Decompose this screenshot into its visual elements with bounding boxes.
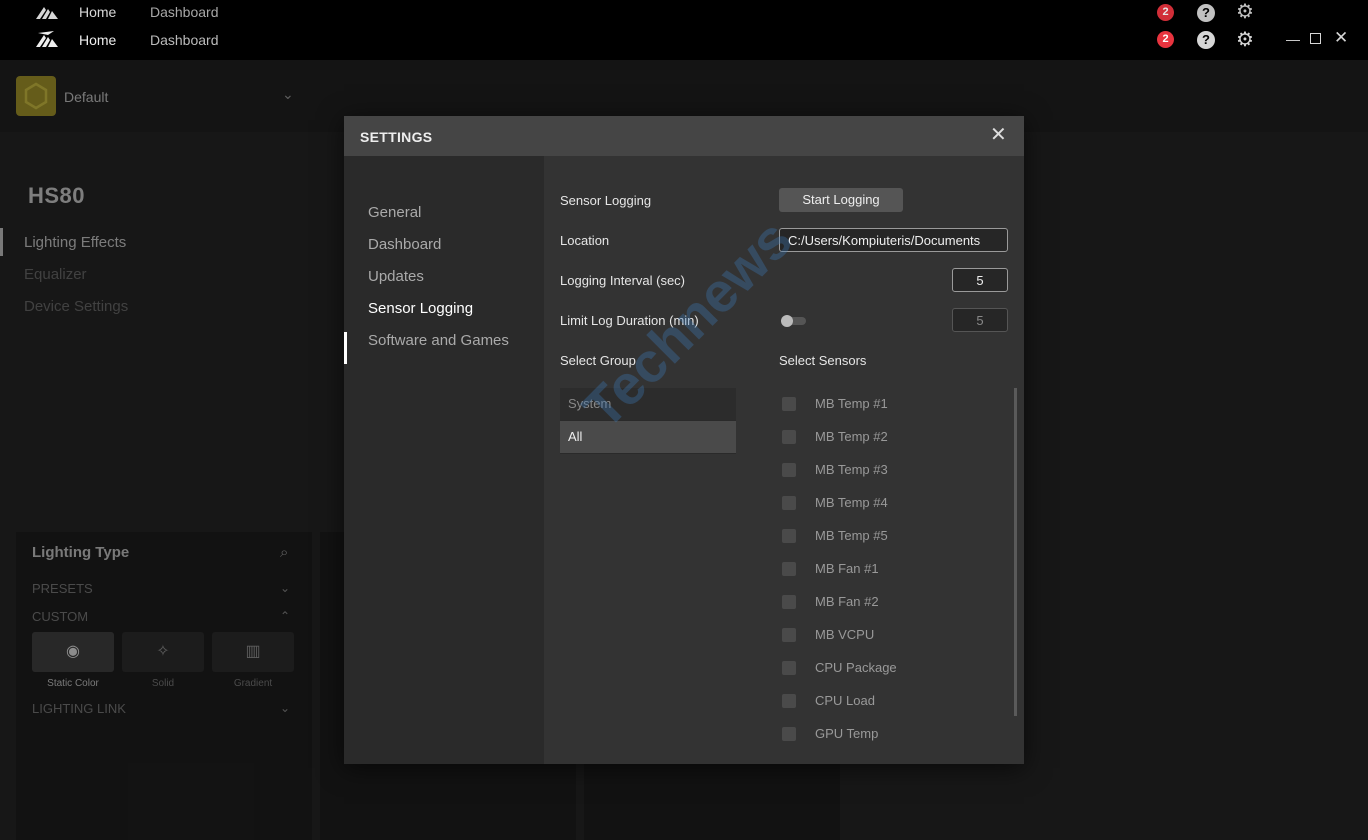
checkbox[interactable] — [782, 397, 796, 411]
close-window-icon[interactable]: ✕ — [1334, 29, 1348, 46]
sensor-label: CPU Load — [815, 693, 875, 708]
help-icon[interactable]: ? — [1197, 31, 1215, 49]
ghost-nav-home: Home — [79, 4, 117, 20]
select-sensors-label: Select Sensors — [779, 353, 867, 368]
sensor-logging-label: Sensor Logging — [560, 193, 652, 208]
checkbox[interactable] — [782, 694, 796, 708]
logging-interval-label: Logging Interval (sec) — [560, 273, 686, 288]
checkbox[interactable] — [782, 562, 796, 576]
sensor-label: CPU Package — [815, 660, 897, 675]
sensor-label: MB Temp #1 — [815, 396, 888, 411]
sensor-label: MB Temp #2 — [815, 429, 888, 444]
nav-dashboard[interactable]: Dashboard — [150, 32, 219, 48]
group-item-all[interactable]: All — [560, 421, 736, 453]
ghost-title-row: Home Dashboard 2 ? ⚙ — [0, 0, 1368, 22]
sensors-scrollbar[interactable] — [1014, 388, 1017, 716]
select-group-label: Select Group — [560, 353, 636, 368]
sensor-label: MB Temp #5 — [815, 528, 888, 543]
sensor-label: MB Temp #4 — [815, 495, 888, 510]
dialog-title: SETTINGS — [360, 129, 433, 145]
start-logging-button[interactable]: Start Logging — [779, 188, 903, 212]
location-field[interactable] — [779, 228, 1008, 252]
settings-sidebar: General Dashboard Updates Sensor Logging… — [344, 156, 544, 764]
minimize-icon[interactable]: — — [1286, 32, 1300, 46]
checkbox[interactable] — [782, 463, 796, 477]
dialog-header: SETTINGS ✕ — [344, 116, 1024, 156]
sidebar-item-general[interactable]: General — [368, 204, 421, 221]
location-label: Location — [560, 233, 610, 248]
checkbox[interactable] — [782, 595, 796, 609]
logging-interval-field[interactable] — [952, 268, 1008, 292]
sensor-label: MB Fan #1 — [815, 561, 879, 576]
sidebar-item-updates[interactable]: Updates — [368, 268, 424, 285]
toggle-knob — [781, 315, 793, 327]
nav-home[interactable]: Home — [79, 32, 116, 48]
sensor-label: MB Fan #2 — [815, 594, 879, 609]
sidebar-item-dashboard[interactable]: Dashboard — [368, 236, 441, 253]
ghost-gear-icon: ⚙ — [1236, 1, 1254, 23]
sidebar-item-software-and-games[interactable]: Software and Games — [368, 332, 509, 349]
maximize-icon[interactable] — [1310, 33, 1321, 44]
sensor-label: GPU Temp — [815, 726, 879, 741]
sensor-label: MB VCPU — [815, 627, 875, 642]
group-list: System All — [560, 388, 736, 454]
checkbox[interactable] — [782, 496, 796, 510]
sidebar-item-sensor-logging[interactable]: Sensor Logging — [368, 300, 473, 317]
limit-log-duration-label: Limit Log Duration (min) — [560, 313, 699, 328]
close-icon[interactable]: ✕ — [990, 125, 1007, 145]
checkbox[interactable] — [782, 628, 796, 642]
settings-gear-icon[interactable]: ⚙ — [1236, 30, 1254, 50]
ghost-nav-dashboard: Dashboard — [150, 4, 219, 20]
checkbox[interactable] — [782, 661, 796, 675]
checkbox[interactable] — [782, 727, 796, 741]
ghost-badge: 2 — [1157, 4, 1174, 21]
sensor-label: MB Temp #3 — [815, 462, 888, 477]
notification-badge[interactable]: 2 — [1157, 31, 1174, 48]
checkbox[interactable] — [782, 529, 796, 543]
group-item-system[interactable]: System — [560, 388, 736, 420]
corsair-logo-icon — [36, 31, 58, 47]
ghost-help-icon: ? — [1197, 4, 1215, 22]
limit-log-duration-toggle[interactable] — [781, 315, 806, 327]
settings-dialog: SETTINGS ✕ General Dashboard Updates Sen… — [344, 116, 1024, 764]
sidebar-active-indicator — [344, 332, 347, 364]
limit-log-duration-field[interactable] — [952, 308, 1008, 332]
checkbox[interactable] — [782, 430, 796, 444]
ghost-logo-icon — [36, 7, 58, 19]
